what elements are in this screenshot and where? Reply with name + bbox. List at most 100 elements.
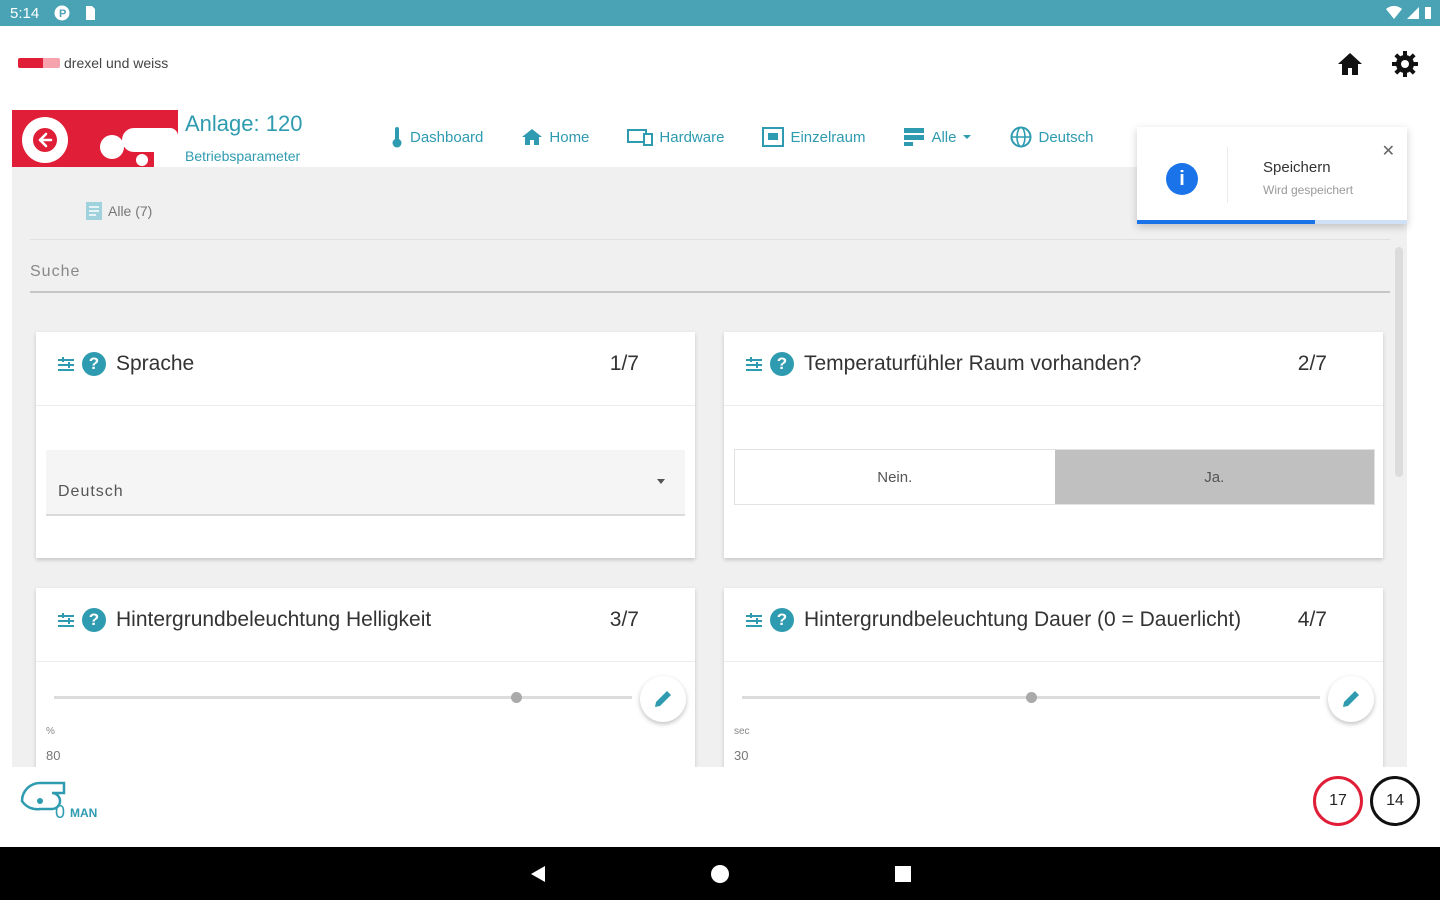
toast-progress-bar xyxy=(1137,220,1316,224)
card-count: 2/7 xyxy=(1297,352,1327,375)
fan-mode: MAN xyxy=(70,806,97,819)
yes-no-toggle: Nein. Ja. xyxy=(734,449,1375,505)
nav-recents-button[interactable] xyxy=(890,861,916,887)
brand-banner xyxy=(12,110,178,167)
svg-text:P: P xyxy=(59,8,66,20)
status-time: 5:14 xyxy=(10,5,40,22)
tab-language[interactable]: Deutsch xyxy=(1010,126,1094,148)
edit-button[interactable] xyxy=(640,676,686,722)
unit-label: sec xyxy=(734,726,750,737)
nav-tabs: Dashboard Home Hardware Einzelraum Alle … xyxy=(390,126,1094,148)
card-title: Hintergrundbeleuchtung Dauer (0 = Dauerl… xyxy=(804,608,1242,631)
tune-icon[interactable] xyxy=(744,356,764,374)
home-icon[interactable] xyxy=(1334,48,1366,80)
search-input[interactable]: Suche xyxy=(30,255,1390,293)
card-title: Sprache xyxy=(116,352,195,375)
tune-icon[interactable] xyxy=(56,356,76,374)
tab-label: Alle xyxy=(931,128,957,146)
value-label: 30 xyxy=(734,748,749,763)
message-counter[interactable]: 14 xyxy=(1370,776,1420,826)
tab-hardware[interactable]: Hardware xyxy=(627,126,724,148)
card-title: Temperaturfühler Raum vorhanden? xyxy=(804,352,1142,375)
tab-label: Home xyxy=(549,128,590,146)
edit-button[interactable] xyxy=(1328,676,1374,722)
alarm-counter[interactable]: 17 xyxy=(1313,776,1363,826)
slider-track[interactable] xyxy=(54,696,632,699)
devices-icon xyxy=(627,129,654,146)
room-icon xyxy=(762,127,785,147)
tab-dashboard[interactable]: Dashboard xyxy=(390,126,483,148)
filter-label: Alle (7) xyxy=(108,203,153,219)
option-yes[interactable]: Ja. xyxy=(1054,450,1374,504)
value-label: 80 xyxy=(46,748,61,763)
fan-mode-icon[interactable]: 0 MAN xyxy=(18,777,110,819)
parking-icon: P xyxy=(54,5,70,21)
param-card-backlight-brightness: ? Hintergrundbeleuchtung Helligkeit 3/7 … xyxy=(36,588,695,767)
card-title: Hintergrundbeleuchtung Helligkeit xyxy=(116,608,432,631)
help-icon[interactable]: ? xyxy=(82,608,106,632)
close-icon[interactable]: ✕ xyxy=(1382,141,1395,161)
recents-square-icon xyxy=(895,866,911,882)
slider-thumb[interactable] xyxy=(1026,692,1037,703)
toast-divider xyxy=(1227,147,1228,203)
server-icon xyxy=(904,128,925,146)
slider-thumb[interactable] xyxy=(511,692,523,703)
tab-label: Einzelraum xyxy=(790,128,866,146)
language-select[interactable]: Deutsch xyxy=(46,450,685,516)
document-icon xyxy=(86,202,102,220)
status-indicators xyxy=(1386,6,1432,20)
globe-icon xyxy=(1010,126,1032,148)
card-count: 4/7 xyxy=(1297,608,1327,631)
sd-card-icon xyxy=(86,6,95,20)
toast-title: Speichern xyxy=(1263,159,1331,176)
fan-level: 0 xyxy=(55,802,65,819)
param-card-backlight-duration: ? Hintergrundbeleuchtung Dauer (0 = Daue… xyxy=(724,588,1383,767)
app-header: drexel und weiss xyxy=(0,26,1440,102)
signal-icon xyxy=(1407,7,1419,19)
select-value: Deutsch xyxy=(58,483,124,500)
save-toast: i Speichern Wird gespeichert ✕ xyxy=(1137,127,1407,224)
info-icon: i xyxy=(1166,163,1198,195)
nav-back-button[interactable] xyxy=(525,861,551,887)
brand-logo: drexel und weiss xyxy=(18,55,168,71)
card-header: ? Hintergrundbeleuchtung Dauer (0 = Daue… xyxy=(724,588,1383,662)
unit-label: % xyxy=(46,726,55,737)
tab-label: Hardware xyxy=(659,128,725,146)
wifi-icon xyxy=(1386,6,1402,19)
param-card-room-sensor: ? Temperaturfühler Raum vorhanden? 2/7 N… xyxy=(724,332,1383,558)
status-bar: 5:14 P xyxy=(0,0,1440,26)
tab-label: Dashboard xyxy=(410,128,484,146)
back-button[interactable] xyxy=(22,117,68,163)
option-no[interactable]: Nein. xyxy=(735,450,1055,504)
param-card-language: ? Sprache 1/7 Deutsch xyxy=(36,332,695,558)
brand-name: drexel und weiss xyxy=(64,55,169,71)
help-icon[interactable]: ? xyxy=(770,352,794,376)
message-count: 14 xyxy=(1386,792,1404,809)
tune-icon[interactable] xyxy=(744,612,764,630)
pencil-icon xyxy=(1343,691,1359,707)
parameters-panel: Alle (7) Suche ? Sprache 1/7 Deutsch ? T… xyxy=(12,167,1407,767)
system-nav-bar xyxy=(0,847,1440,900)
card-header: ? Temperaturfühler Raum vorhanden? 2/7 xyxy=(724,332,1383,406)
tab-alle[interactable]: Alle xyxy=(903,126,972,148)
help-icon[interactable]: ? xyxy=(770,608,794,632)
tab-einzelraum[interactable]: Einzelraum xyxy=(762,126,865,148)
help-icon[interactable]: ? xyxy=(82,352,106,376)
toast-message: Wird gespeichert xyxy=(1263,183,1354,197)
tab-home[interactable]: Home xyxy=(521,126,589,148)
card-header: ? Hintergrundbeleuchtung Helligkeit 3/7 xyxy=(36,588,695,662)
status-footer: 0 MAN 17 14 xyxy=(12,767,1420,837)
system-subtitle: Betriebsparameter xyxy=(185,148,301,164)
filter-all-chip[interactable]: Alle (7) xyxy=(84,201,152,221)
alarm-count: 17 xyxy=(1329,792,1347,809)
tune-icon[interactable] xyxy=(56,612,76,630)
gear-icon[interactable] xyxy=(1389,48,1421,80)
divider xyxy=(30,239,1390,240)
battery-icon xyxy=(1425,7,1431,19)
nav-home-button[interactable] xyxy=(707,861,733,887)
scrollbar[interactable] xyxy=(1395,247,1403,477)
brand-mark xyxy=(18,58,60,68)
system-title: Anlage: 120 xyxy=(185,111,303,136)
arrow-left-icon xyxy=(33,128,57,152)
home-circle-icon xyxy=(711,865,729,883)
